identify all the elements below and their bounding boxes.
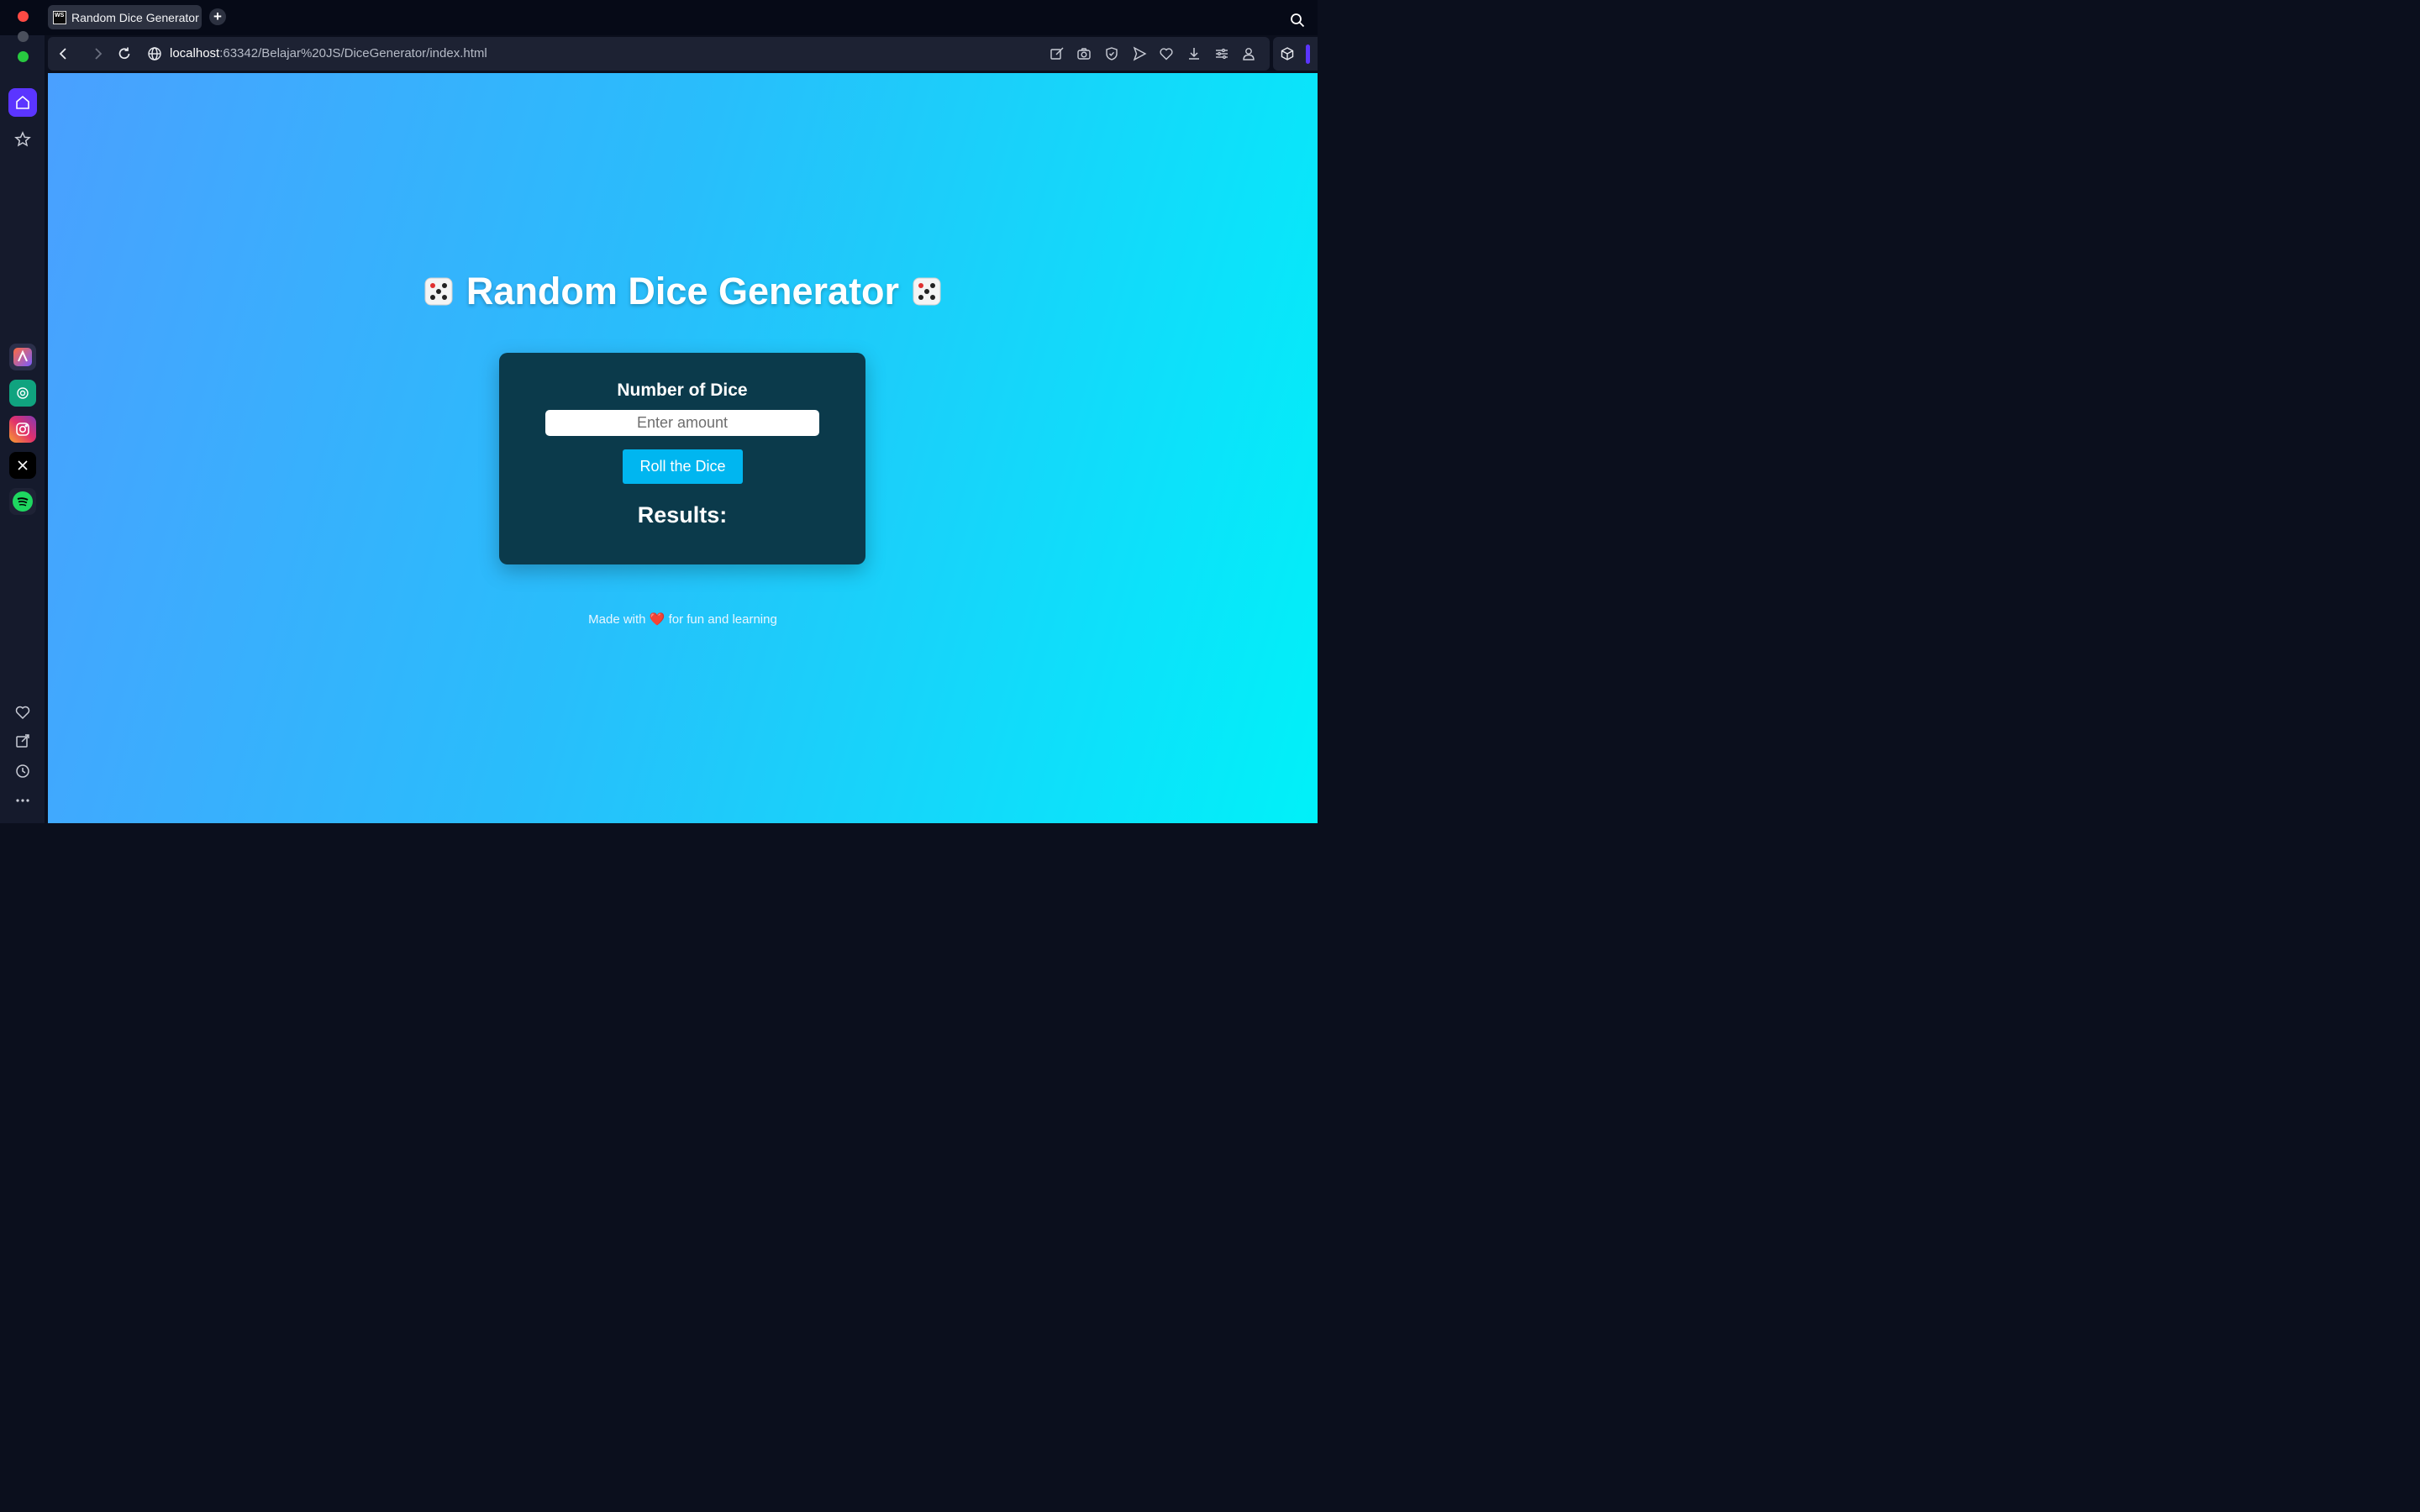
url-path: :63342/Belajar%20JS/DiceGenerator/index.… [219,46,487,60]
page-viewport: Random Dice Generator Number of Dice Rol… [48,73,1318,823]
favorites-button[interactable] [8,698,37,727]
heart-icon [15,706,30,720]
minimize-window-button[interactable] [18,31,29,42]
results-heading: Results: [637,502,728,528]
tab-strip: WS Random Dice Generator + [0,0,1318,35]
edit-icon[interactable] [1050,46,1065,61]
roll-dice-button[interactable]: Roll the Dice [623,449,743,484]
footer-text-after: for fun and learning [668,612,777,627]
sidebar [0,31,45,823]
page-title: Random Dice Generator [48,270,1318,313]
chatgpt-app-icon [17,387,29,399]
spotify-app-icon [13,491,33,512]
pinboard-button[interactable] [8,727,37,755]
send-icon[interactable] [1132,46,1147,61]
instagram-app-icon [16,423,29,436]
dice-icon [913,277,941,306]
page-title-text: Random Dice Generator [466,270,900,312]
bookmarks-button[interactable] [8,125,37,154]
sidebar-toggle-accent[interactable] [1306,45,1310,64]
cube-icon[interactable] [1280,46,1295,61]
browser-tab[interactable]: WS Random Dice Generator [48,5,202,29]
home-button[interactable] [8,88,37,117]
history-button[interactable] [8,757,37,785]
dice-amount-input[interactable] [545,410,819,436]
globe-icon [148,47,161,60]
dice-count-label: Number of Dice [617,381,748,400]
search-icon[interactable] [1290,13,1305,28]
profile-icon[interactable] [1241,46,1256,61]
x-app-button[interactable] [9,452,36,479]
shield-icon[interactable] [1104,46,1119,61]
instagram-app-button[interactable] [9,416,36,443]
footer-text: Made with ❤️ for fun and learning [48,612,1318,627]
aria-app-button[interactable] [9,344,36,370]
dice-card: Number of Dice Roll the Dice Results: [499,353,865,564]
pin-icon [16,734,29,748]
aria-app-icon [13,348,32,366]
back-icon[interactable] [56,46,71,61]
footer-text-before: Made with [588,612,646,627]
heart-emoji-icon: ❤️ [649,612,666,627]
extensions-box [1273,37,1318,71]
heart-icon[interactable] [1159,46,1174,61]
history-icon [16,764,29,778]
more-icon [16,799,29,802]
star-icon [14,131,31,147]
close-window-button[interactable] [18,11,29,22]
camera-icon[interactable] [1076,46,1092,61]
x-app-icon [18,460,28,470]
chatgpt-app-button[interactable] [9,380,36,407]
new-tab-button[interactable]: + [209,8,226,25]
download-icon[interactable] [1186,46,1202,61]
more-button[interactable] [8,786,37,815]
webstorm-favicon-icon: WS [53,10,66,24]
forward-icon[interactable] [90,46,105,61]
url-field[interactable]: localhost:63342/Belajar%20JS/DiceGenerat… [170,46,487,60]
reload-icon[interactable] [117,46,132,61]
settings-sliders-icon[interactable] [1214,46,1229,61]
address-bar: localhost:63342/Belajar%20JS/DiceGenerat… [48,37,1270,71]
tab-title: Random Dice Generator [71,10,199,24]
home-icon [16,95,29,109]
url-host: localhost [170,46,220,60]
zoom-window-button[interactable] [18,51,29,62]
dice-icon [424,277,453,306]
spotify-app-button[interactable] [9,488,36,515]
